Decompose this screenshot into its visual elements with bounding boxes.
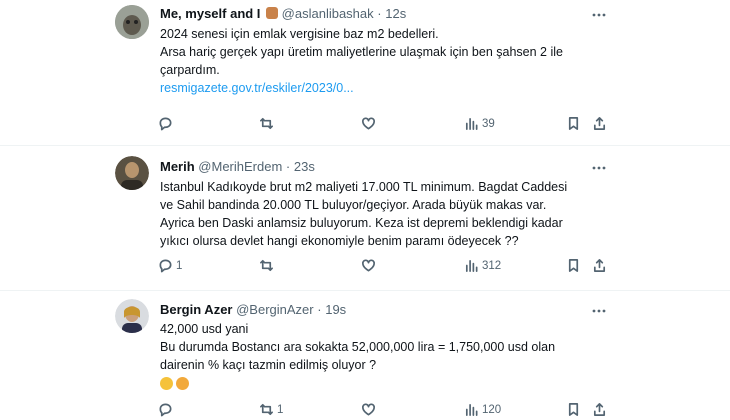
handle[interactable]: @aslanlibashak [282, 6, 374, 21]
views-button[interactable]: 39 [464, 116, 495, 131]
face-screaming-icon [176, 377, 189, 390]
tweet[interactable]: Bergin Azer @BerginAzer · 19s 42,000 usd… [0, 290, 730, 420]
heart-icon [362, 403, 375, 416]
views-button[interactable]: 120 [464, 402, 501, 417]
display-name[interactable]: Me, myself and I [160, 6, 260, 21]
retweet-button[interactable] [259, 116, 277, 131]
timestamp[interactable]: 19s [325, 302, 346, 317]
share-button[interactable] [592, 258, 607, 273]
like-button[interactable] [361, 402, 376, 417]
share-icon [593, 259, 606, 272]
share-icon [593, 117, 606, 130]
dog-emoji-icon [266, 7, 279, 19]
tweet-text: 2024 senesi için emlak vergisine baz m2 … [160, 25, 600, 97]
share-button[interactable] [592, 116, 607, 131]
like-button[interactable] [361, 116, 376, 131]
views-button[interactable]: 312 [464, 258, 501, 273]
analytics-icon [465, 259, 478, 272]
reply-button[interactable]: 1 [158, 258, 182, 273]
more-options-icon[interactable] [592, 161, 606, 175]
tweet[interactable]: Merih @MerihErdem · 23s Istanbul Kadıkoy… [0, 145, 730, 291]
bookmark-icon [568, 403, 579, 416]
reply-button[interactable] [158, 402, 176, 417]
bookmark-icon [568, 117, 579, 130]
handle[interactable]: @BerginAzer [236, 302, 314, 317]
tweet-feed: Me, myself and I @aslanlibashak · 12s 20… [0, 0, 730, 420]
tweet-header: Merih @MerihErdem · 23s [160, 159, 315, 174]
reply-icon [159, 403, 172, 417]
bookmark-icon [568, 259, 579, 272]
display-name[interactable]: Merih [160, 159, 195, 174]
timestamp[interactable]: 23s [294, 159, 315, 174]
display-name[interactable]: Bergin Azer [160, 302, 232, 317]
avatar[interactable] [115, 299, 149, 333]
bookmark-button[interactable] [566, 116, 581, 131]
tweet-header: Bergin Azer @BerginAzer · 19s [160, 302, 347, 317]
heart-icon [362, 259, 375, 272]
action-bar: 39 [158, 116, 608, 136]
analytics-icon [465, 403, 478, 416]
handle[interactable]: @MerihErdem [198, 159, 282, 174]
timestamp[interactable]: 12s [385, 6, 406, 21]
share-icon [593, 403, 606, 416]
more-options-icon[interactable] [592, 8, 606, 22]
share-button[interactable] [592, 402, 607, 417]
bookmark-button[interactable] [566, 402, 581, 417]
avatar[interactable] [115, 156, 149, 190]
action-bar: 1 120 [158, 402, 608, 420]
tweet-header: Me, myself and I @aslanlibashak · 12s [160, 6, 407, 21]
reply-icon [159, 259, 172, 273]
retweet-button[interactable] [259, 258, 277, 273]
reply-icon [159, 117, 172, 131]
more-options-icon[interactable] [592, 304, 606, 318]
like-button[interactable] [361, 258, 376, 273]
heart-icon [362, 117, 375, 130]
thinking-face-icon [160, 377, 173, 390]
retweet-icon [260, 117, 273, 130]
tweet-link[interactable]: resmigazete.gov.tr/eskiler/2023/0... [160, 79, 600, 97]
bookmark-button[interactable] [566, 258, 581, 273]
avatar[interactable] [115, 5, 149, 39]
retweet-button[interactable]: 1 [259, 402, 283, 417]
retweet-icon [260, 403, 273, 416]
tweet-text: 42,000 usd yani Bu durumda Bostancı ara … [160, 320, 600, 393]
tweet-text: Istanbul Kadıkoyde brut m2 maliyeti 17.0… [160, 180, 568, 248]
tweet[interactable]: Me, myself and I @aslanlibashak · 12s 20… [0, 0, 730, 146]
reply-button[interactable] [158, 116, 176, 131]
analytics-icon [465, 117, 478, 130]
action-bar: 1 312 [158, 258, 608, 278]
retweet-icon [260, 259, 273, 272]
